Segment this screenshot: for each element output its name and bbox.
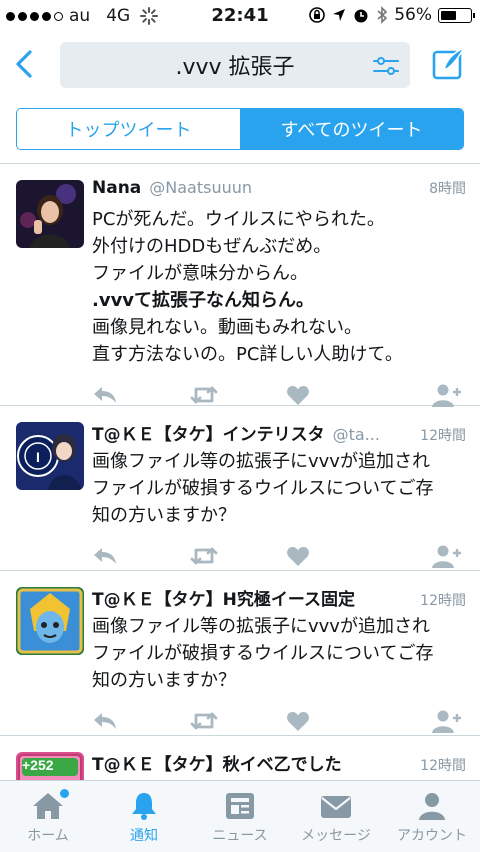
tab-messages-label: メッセージ (301, 828, 371, 844)
chevron-left-icon (16, 50, 32, 78)
reply-icon (94, 713, 116, 729)
tweet-line: 画像見れない。動画もみれない。 (92, 317, 362, 338)
follow-button[interactable] (432, 706, 462, 736)
tweet-line: 外付けのHDDもぜんぶだめ。 (92, 236, 332, 257)
tweet-line: PCが死んだ。ウイルスにやられた。 (92, 209, 385, 230)
location-icon (333, 9, 346, 21)
user-photo-icon (16, 180, 84, 248)
tab-account[interactable]: アカウント (384, 781, 480, 852)
tweet-line: 画像ファイル等の拡張子にvvvが追加され (92, 451, 430, 472)
tab-top-tweets[interactable]: トップツイート (17, 109, 240, 149)
compose-tweet-button[interactable] (430, 44, 468, 82)
tweet-item[interactable]: +252 T@ＫＥ【タケ】秋イベ乙でした 12時間 (0, 736, 480, 780)
like-button[interactable] (286, 706, 383, 736)
retweet-button[interactable] (189, 706, 286, 736)
user-photo-icon (16, 587, 84, 655)
bell-icon (132, 793, 156, 820)
tab-notifications[interactable]: 通知 (96, 781, 192, 852)
tweet-line: ファイルが意味分からん。 (92, 263, 308, 284)
news-icon (226, 793, 254, 819)
reply-button[interactable] (92, 706, 189, 736)
tweet-line: 知の方いますか？ (92, 505, 236, 526)
tab-notifications-label: 通知 (130, 828, 158, 844)
add-user-icon (432, 545, 461, 568)
retweet-icon (190, 712, 218, 730)
tab-home[interactable]: ホーム (0, 781, 96, 852)
tweet-author-name[interactable]: Nana (92, 178, 141, 198)
tweet-item[interactable]: I T@ＫＥ【タケ】インテリスタ @ta... 12時間 画像ファイル等の拡張子… (0, 406, 480, 571)
tweet-filter-segment: トップツイート すべてのツイート (16, 108, 464, 150)
tweet-text: PCが死んだ。ウイルスにやられた。 外付けのHDDもぜんぶだめ。 ファイルが意味… (92, 206, 466, 368)
retweet-button[interactable] (189, 541, 286, 571)
reply-icon (94, 548, 116, 564)
tweet-text: 画像ファイル等の拡張子にvvvが追加され ファイルが破損するウイルスについてご存… (92, 448, 466, 529)
retweet-icon (190, 386, 218, 404)
tweet-author-name[interactable]: T@ＫＥ【タケ】インテリスタ (92, 420, 325, 445)
tweet-timestamp: 8時間 (429, 181, 466, 197)
tab-account-label: アカウント (397, 828, 467, 844)
tweet-line: ファイルが破損するウイルスについてご存 (92, 643, 434, 664)
tweet-author-handle[interactable]: @Naatsuuun (149, 178, 421, 197)
compose-icon (432, 46, 466, 80)
bottom-tab-bar: ホーム 通知 ニュース メッセージ アカウント (0, 780, 480, 852)
tweet-item[interactable]: T@ＫＥ【タケ】H究極イース固定 12時間 画像ファイル等の拡張子にvvvが追加… (0, 571, 480, 736)
reply-button[interactable] (92, 541, 189, 571)
tweet-line: 直す方法ないの。PC詳しい人助けて。 (92, 344, 403, 365)
back-button[interactable] (10, 46, 40, 82)
avatar[interactable] (16, 587, 84, 655)
tweet-line: 画像ファイル等の拡張子にvvvが追加され (92, 616, 430, 637)
sliders-icon (373, 57, 399, 75)
user-photo-icon: I (16, 422, 84, 490)
navigation-header: .vvv 拡張子 (0, 34, 480, 98)
reply-icon (94, 387, 116, 403)
search-field[interactable]: .vvv 拡張子 (60, 42, 410, 88)
tweet-timestamp: 12時間 (420, 758, 466, 774)
avatar[interactable] (16, 180, 84, 248)
tab-messages[interactable]: メッセージ (288, 781, 384, 852)
avatar[interactable]: +252 (16, 752, 84, 780)
tab-news-label: ニュース (212, 828, 268, 844)
add-user-icon (432, 384, 461, 407)
like-button[interactable] (286, 541, 383, 571)
tab-home-label: ホーム (27, 828, 69, 844)
heart-icon (287, 712, 309, 731)
heart-icon (287, 547, 309, 566)
tab-all-tweets[interactable]: すべてのツイート (240, 109, 463, 149)
tweet-timestamp: 12時間 (420, 428, 466, 444)
tweet-timestamp: 12時間 (420, 593, 466, 609)
tweet-author-handle[interactable]: @ta... (333, 425, 413, 444)
bluetooth-icon (377, 6, 388, 24)
envelope-icon (321, 796, 351, 818)
tweet-text: 画像ファイル等の拡張子にvvvが追加され ファイルが破損するウイルスについてご存… (92, 613, 466, 694)
tweet-author-name[interactable]: T@ＫＥ【タケ】H究極イース固定 (92, 585, 355, 610)
tab-news[interactable]: ニュース (192, 781, 288, 852)
status-bar: au 4G 22:41 56% (0, 0, 480, 34)
battery-icon (438, 7, 475, 23)
new-content-dot (60, 789, 69, 798)
battery-percent: 56% (394, 5, 432, 25)
heart-icon (287, 386, 309, 405)
search-query-text: .vvv 拡張子 (175, 55, 295, 80)
alarm-icon (354, 9, 368, 23)
retweet-icon (190, 547, 218, 565)
tweet-author-name[interactable]: T@ＫＥ【タケ】秋イベ乙でした (92, 750, 342, 775)
tweet-item[interactable]: Nana @Naatsuuun 8時間 PCが死んだ。ウイルスにやられた。 外付… (0, 164, 480, 407)
tweet-list: Nana @Naatsuuun 8時間 PCが死んだ。ウイルスにやられた。 外付… (0, 164, 480, 780)
add-user-icon (432, 710, 461, 733)
avatar-badge: +252 (22, 757, 54, 773)
tweet-line: .vvvて拡張子なん知らん。 (92, 290, 315, 311)
tweet-line: 知の方いますか？ (92, 670, 236, 691)
rotation-lock-icon (309, 7, 326, 23)
account-icon (419, 793, 445, 820)
tweet-line: ファイルが破損するウイルスについてご存 (92, 478, 434, 499)
svg-text:I: I (36, 449, 40, 465)
follow-button[interactable] (432, 541, 462, 571)
search-filter-button[interactable] (372, 54, 400, 78)
avatar[interactable]: I (16, 422, 84, 490)
